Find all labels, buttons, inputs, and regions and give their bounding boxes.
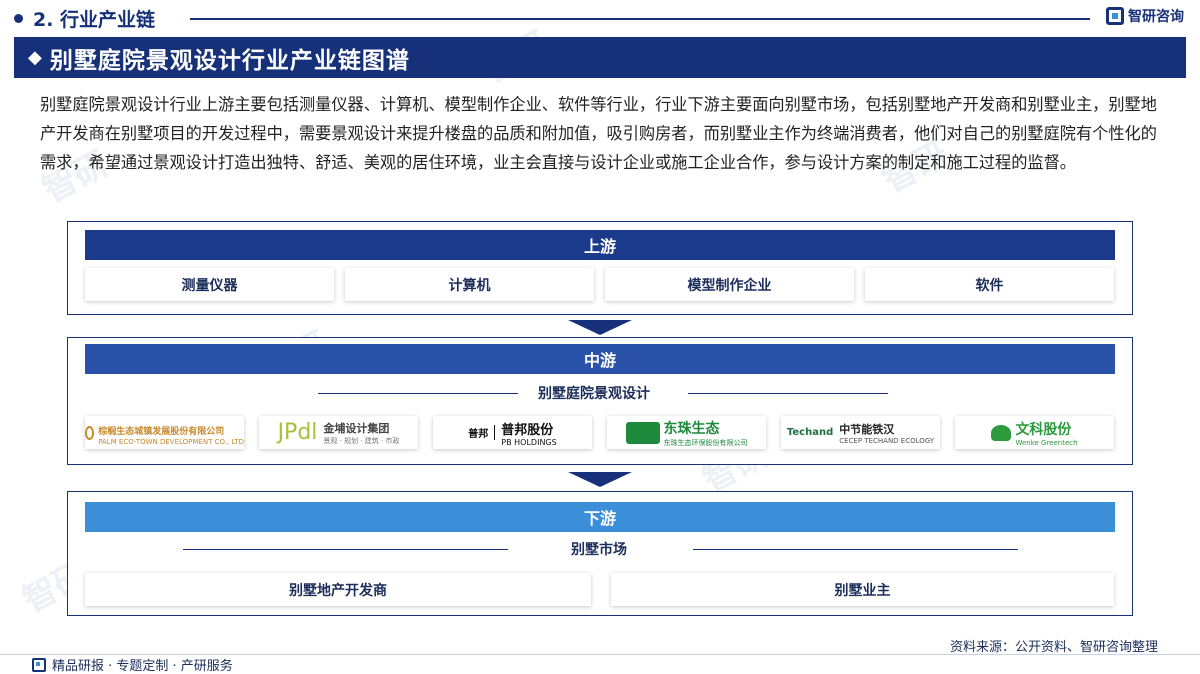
footer-text: 精品研报 · 专题定制 · 产研服务 xyxy=(52,659,233,674)
midstream-subtitle: 别墅庭院景观设计 xyxy=(538,386,650,402)
page-title: 别墅庭院景观设计行业产业链图谱 xyxy=(49,47,410,74)
upstream-item: 模型制作企业 xyxy=(605,268,854,301)
upstream-item: 测量仪器 xyxy=(85,268,334,301)
upstream-section: 上游 测量仪器 计算机 模型制作企业 软件 xyxy=(67,221,1133,315)
header-divider xyxy=(190,18,1090,20)
flow-arrow-icon xyxy=(568,472,632,487)
company-logo-pubang: 普邦 普邦股份 PB HOLDINGS xyxy=(433,416,592,449)
company-name: 棕榈生态城镇发展股份有限公司 xyxy=(98,427,225,437)
section-heading: 2. 行业产业链 xyxy=(14,6,156,31)
midstream-section: 中游 别墅庭院景观设计 棕榈生态城镇发展股份有限公司 PALM ECO-TOWN… xyxy=(67,337,1133,465)
title-banner: ◆ 别墅庭院景观设计行业产业链图谱 xyxy=(14,37,1186,78)
diamond-icon: ◆ xyxy=(28,47,42,68)
company-name: 文科股份 xyxy=(1015,421,1072,438)
company-name: 普邦股份 xyxy=(501,422,554,438)
company-name: 中节能铁汉 xyxy=(839,422,895,436)
company-subname: 景观 · 规划 · 建筑 · 市政 xyxy=(323,436,400,445)
company-logo-techand: Techand 中节能铁汉 CECEP TECHAND ECOLOGY xyxy=(781,416,940,449)
company-subname: 东珠生态环保股份有限公司 xyxy=(663,438,748,447)
company-logo-palm: 棕榈生态城镇发展股份有限公司 PALM ECO-TOWN DEVELOPMENT… xyxy=(85,416,244,449)
upstream-item: 计算机 xyxy=(345,268,594,301)
subtitle-rule xyxy=(183,549,508,550)
downstream-section: 下游 别墅市场 别墅地产开发商 别墅业主 xyxy=(67,491,1133,616)
brand-logo-icon xyxy=(32,657,46,672)
downstream-subtitle: 别墅市场 xyxy=(571,542,627,558)
subtitle-rule xyxy=(688,393,888,394)
downstream-item: 别墅业主 xyxy=(611,573,1114,606)
brand-logo: 智研咨询 xyxy=(1106,6,1184,26)
palm-logo-icon xyxy=(85,425,95,440)
wenke-logo-icon xyxy=(991,424,1012,441)
company-logo-wenke: 文科股份 Wenke Greentech xyxy=(955,416,1114,449)
section-title: 2. 行业产业链 xyxy=(33,8,156,31)
company-mark: 普邦 xyxy=(468,425,496,440)
intro-paragraph: 别墅庭院景观设计行业上游主要包括测量仪器、计算机、模型制作企业、软件等行业，行业… xyxy=(40,95,1157,172)
footer: 精品研报 · 专题定制 · 产研服务 xyxy=(32,655,233,674)
company-subname: Wenke Greentech xyxy=(1015,438,1078,447)
downstream-item: 别墅地产开发商 xyxy=(85,573,591,606)
source-note: 资料来源：公开资料、智研咨询整理 xyxy=(949,640,1158,655)
company-name-cn: 金埔设计集团 xyxy=(323,421,390,435)
downstream-header: 下游 xyxy=(85,502,1115,532)
upstream-header: 上游 xyxy=(85,230,1115,260)
brand-name: 智研咨询 xyxy=(1128,9,1184,25)
company-subname: PB HOLDINGS xyxy=(501,437,557,447)
company-subname: CECEP TECHAND ECOLOGY xyxy=(839,436,935,445)
company-mark: Techand xyxy=(786,427,834,438)
subtitle-rule xyxy=(693,549,1018,550)
subtitle-rule xyxy=(318,393,518,394)
bullet-icon xyxy=(14,13,23,23)
company-logo-jinpu: JPdl 金埔设计集团 景观 · 规划 · 建筑 · 市政 xyxy=(259,416,418,449)
midstream-header: 中游 xyxy=(85,344,1115,374)
company-logo-dongzhu: 东珠生态 东珠生态环保股份有限公司 xyxy=(607,416,766,449)
dongzhu-logo-icon xyxy=(625,421,660,444)
brand-logo-icon xyxy=(1106,7,1124,25)
flow-arrow-icon xyxy=(568,320,632,335)
company-subname: PALM ECO-TOWN DEVELOPMENT CO., LTD xyxy=(98,438,244,446)
upstream-item: 软件 xyxy=(865,268,1114,301)
company-name: JPdl xyxy=(277,420,318,445)
company-name: 东珠生态 xyxy=(663,420,720,437)
